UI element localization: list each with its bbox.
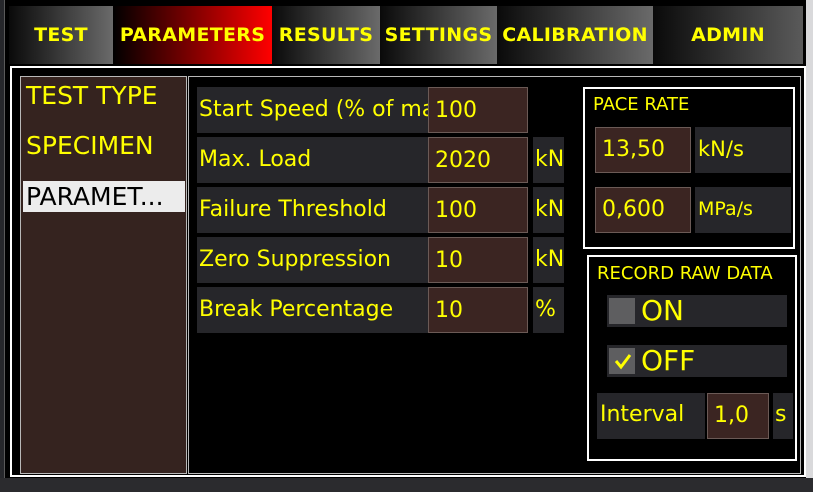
record-raw-data-group: RECORD RAW DATA ON OFF Interval 1,0 s <box>587 255 797 461</box>
content-frame: TEST TYPE SPECIMEN PARAMET... Start Spee… <box>10 66 806 477</box>
start-speed-input[interactable]: 100 <box>428 87 528 133</box>
record-off-option[interactable]: OFF <box>607 345 787 377</box>
failure-threshold-unit: kN <box>533 187 564 233</box>
tab-results[interactable]: RESULTS <box>272 6 380 64</box>
pace-rate-load-unit: kN/s <box>695 127 791 173</box>
break-percentage-unit: % <box>533 287 564 333</box>
record-raw-data-title: RECORD RAW DATA <box>597 263 773 284</box>
tab-parameters[interactable]: PARAMETERS <box>113 6 272 64</box>
checkmark-icon <box>614 354 632 370</box>
background-code-line <box>0 478 813 492</box>
failure-threshold-input[interactable]: 100 <box>428 187 528 233</box>
pace-rate-stress-unit: MPa/s <box>695 187 791 233</box>
zero-suppression-label: Zero Suppression <box>197 237 428 283</box>
interval-input[interactable]: 1,0 <box>707 393 769 439</box>
on-label: ON <box>641 294 684 327</box>
zero-suppression-input[interactable]: 10 <box>428 237 528 283</box>
break-percentage-label: Break Percentage <box>197 287 428 333</box>
app-window: TEST PARAMETERS RESULTS SETTINGS CALIBRA… <box>4 0 806 478</box>
off-checkbox[interactable] <box>609 348 635 374</box>
pace-rate-load-input[interactable]: 13,50 <box>595 127 691 173</box>
nav-item-specimen[interactable]: SPECIMEN <box>26 131 154 160</box>
interval-unit: s <box>773 393 793 439</box>
start-speed-label: Start Speed (% of max <box>197 87 428 133</box>
background-window-edge <box>805 0 813 478</box>
record-on-option[interactable]: ON <box>607 295 787 327</box>
on-checkbox[interactable] <box>609 298 635 324</box>
tab-bar: TEST PARAMETERS RESULTS SETTINGS CALIBRA… <box>9 6 803 64</box>
side-nav: TEST TYPE SPECIMEN PARAMET... <box>20 76 187 474</box>
interval-label: Interval <box>597 393 705 439</box>
nav-item-parameters[interactable]: PARAMET... <box>23 181 185 212</box>
max-load-input[interactable]: 2020 <box>428 137 528 183</box>
zero-suppression-unit: kN <box>533 237 564 283</box>
tab-test[interactable]: TEST <box>9 6 113 64</box>
tab-calibration[interactable]: CALIBRATION <box>497 6 653 64</box>
pace-rate-title: PACE RATE <box>593 94 690 115</box>
failure-threshold-label: Failure Threshold <box>197 187 428 233</box>
pace-rate-stress-input[interactable]: 0,600 <box>595 187 691 233</box>
nav-item-test-type[interactable]: TEST TYPE <box>26 81 158 110</box>
break-percentage-input[interactable]: 10 <box>428 287 528 333</box>
tab-settings[interactable]: SETTINGS <box>380 6 497 64</box>
pace-rate-group: PACE RATE 13,50 kN/s 0,600 MPa/s <box>583 87 795 249</box>
off-label: OFF <box>641 344 696 377</box>
tab-admin[interactable]: ADMIN <box>653 6 803 64</box>
max-load-unit: kN <box>533 137 564 183</box>
parameters-panel: Start Speed (% of max 100 Max. Load 2020… <box>188 76 801 474</box>
max-load-label: Max. Load <box>197 137 428 183</box>
